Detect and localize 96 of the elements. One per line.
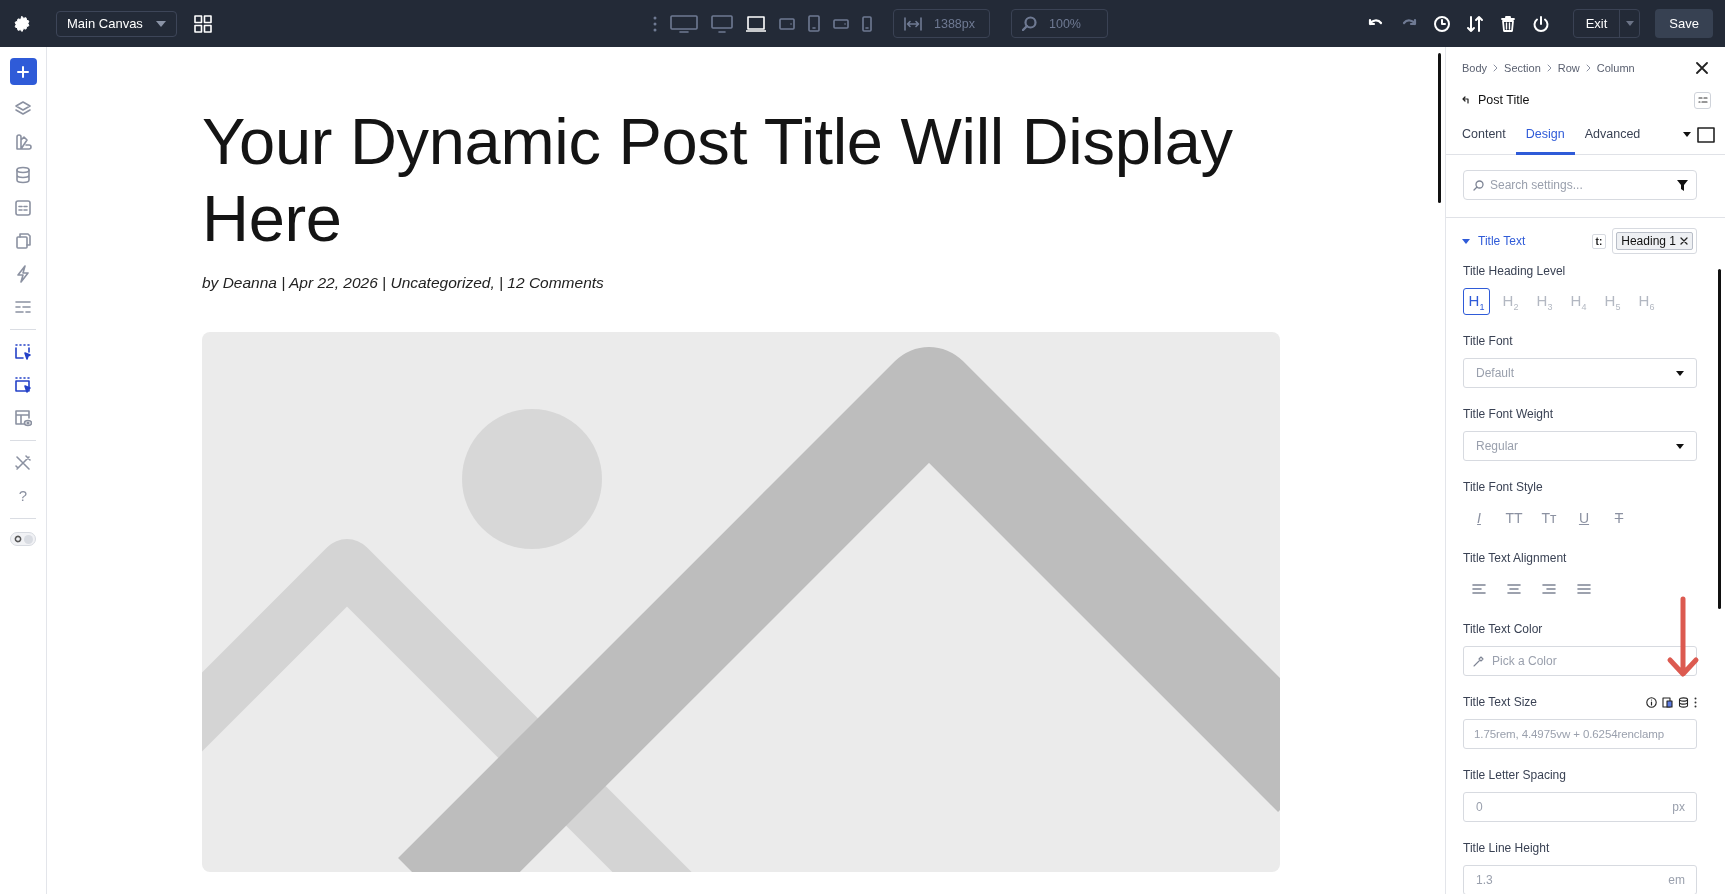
pointer-select-icon[interactable]: [14, 343, 32, 361]
font-style-button[interactable]: I: [1467, 504, 1491, 532]
field-label: Title Heading Level: [1463, 264, 1566, 278]
back-icon[interactable]: [1462, 96, 1471, 104]
align-justify-icon[interactable]: [1577, 583, 1591, 595]
heading-level-button[interactable]: H$_{2}$: [1497, 288, 1524, 315]
tablet-icon[interactable]: [808, 15, 820, 32]
close-icon[interactable]: [1696, 62, 1708, 74]
search-icon: [1473, 180, 1484, 191]
tools-icon[interactable]: [14, 454, 32, 472]
list-icon[interactable]: [14, 298, 32, 316]
field-label: Title Text Alignment: [1463, 551, 1567, 565]
breadcrumb-link[interactable]: Section: [1504, 62, 1541, 74]
help-button[interactable]: ?: [18, 487, 28, 505]
unit-label: em: [1668, 873, 1685, 887]
settings-icon[interactable]: [13, 14, 31, 33]
grid-icon[interactable]: [194, 14, 212, 33]
desktop-icon[interactable]: [670, 14, 698, 33]
tablet-landscape-icon[interactable]: [779, 17, 795, 30]
tab[interactable]: Design: [1515, 115, 1575, 155]
more-icon[interactable]: [1694, 696, 1697, 708]
unit-label: px: [1672, 800, 1685, 814]
align-left-icon[interactable]: [1472, 583, 1486, 595]
power-icon[interactable]: [1531, 14, 1550, 33]
trash-icon[interactable]: [1498, 14, 1517, 33]
preset-tag[interactable]: Heading 1: [1616, 232, 1693, 250]
field-label: Title Text Color: [1463, 622, 1543, 636]
font-style-button[interactable]: Tᴛ: [1537, 504, 1561, 532]
toggle-switch[interactable]: [10, 532, 36, 546]
breadcrumb-link[interactable]: Row: [1557, 62, 1580, 74]
paint-icon[interactable]: [14, 133, 32, 151]
phone-landscape-icon[interactable]: [833, 18, 849, 29]
select-field[interactable]: Default: [1463, 358, 1697, 388]
template-view-icon[interactable]: [14, 409, 32, 427]
form-icon[interactable]: [14, 199, 32, 217]
preset-button[interactable]: [1694, 91, 1711, 109]
history-icon[interactable]: [1432, 14, 1451, 33]
field-label: Title Font Weight: [1463, 407, 1554, 421]
select-field[interactable]: Regular: [1463, 431, 1697, 461]
chevron-icon: [1493, 64, 1499, 72]
field-label: Title Line Height: [1463, 841, 1550, 855]
sliders-icon: [1697, 96, 1708, 104]
breadcrumb-link[interactable]: Body: [1462, 62, 1488, 74]
heading-level-button[interactable]: H$_{1}$: [1463, 288, 1490, 315]
pages-icon[interactable]: [14, 232, 32, 250]
field-label: Title Text Size: [1463, 695, 1538, 709]
phone-icon[interactable]: [862, 15, 872, 32]
info-icon[interactable]: [1646, 696, 1657, 708]
pointer-select-icon[interactable]: [14, 376, 32, 394]
monitor-icon[interactable]: [711, 14, 733, 33]
heading-level-button[interactable]: H$_{6}$: [1633, 288, 1660, 315]
caret-icon: [1676, 443, 1684, 449]
field-label: Title Letter Spacing: [1463, 768, 1566, 782]
font-style-button[interactable]: T: [1607, 504, 1631, 532]
device-icon[interactable]: [1662, 696, 1673, 708]
font-style-button[interactable]: U: [1572, 504, 1596, 532]
caret-icon: [1625, 21, 1634, 26]
heading-level-button[interactable]: H$_{3}$: [1531, 288, 1558, 315]
color-field[interactable]: Pick a Color: [1463, 646, 1697, 676]
font-style-button[interactable]: TT: [1502, 504, 1526, 532]
plus-icon: [17, 65, 29, 78]
chevron-icon: [1585, 64, 1591, 72]
filter-icon[interactable]: [1677, 180, 1688, 191]
layers-icon[interactable]: [14, 100, 32, 118]
width-field[interactable]: 1388px: [893, 9, 990, 38]
field-label: Title Font Style: [1463, 480, 1543, 494]
caret-icon: [1676, 370, 1684, 376]
eyedropper-icon: [1473, 656, 1484, 667]
align-right-icon[interactable]: [1542, 583, 1556, 595]
width-icon: [904, 16, 922, 31]
tab[interactable]: Advanced: [1574, 115, 1651, 155]
save-button[interactable]: Save: [1655, 9, 1713, 38]
preset-prefix: t:: [1591, 233, 1607, 249]
heading-level-button[interactable]: H$_{4}$: [1565, 288, 1592, 315]
chevron-icon: [1546, 64, 1552, 72]
search-field[interactable]: Search settings...: [1463, 170, 1697, 200]
sort-icon[interactable]: [1465, 14, 1484, 33]
post-title: Your Dynamic Post Title Will Display Here: [202, 104, 1234, 257]
caret-icon: [156, 20, 166, 27]
zoom-field[interactable]: 100%: [1011, 9, 1108, 38]
group-toggle[interactable]: Title Text: [1462, 234, 1526, 248]
canvas-select[interactable]: Main Canvas: [56, 10, 177, 37]
close-icon[interactable]: [1680, 237, 1688, 245]
align-center-icon[interactable]: [1507, 583, 1521, 595]
search-icon: [1022, 16, 1037, 31]
module-title: Post Title: [1478, 93, 1530, 107]
database-icon[interactable]: [1678, 696, 1689, 708]
lightning-icon[interactable]: [14, 265, 32, 283]
text-field[interactable]: 1.75rem, 4.4975vw + 0.6254renclamp: [1463, 719, 1697, 749]
breadcrumb-link[interactable]: Column: [1596, 62, 1635, 74]
add-button[interactable]: [9, 58, 37, 85]
caret-icon[interactable]: [1683, 132, 1691, 137]
field-label: Title Font: [1463, 334, 1513, 348]
heading-level-button[interactable]: H$_{5}$: [1599, 288, 1626, 315]
tab[interactable]: Content: [1452, 115, 1516, 155]
post-meta: by Deanna | Apr 22, 2026 | Uncategorized, | 12 Comments: [202, 274, 605, 292]
